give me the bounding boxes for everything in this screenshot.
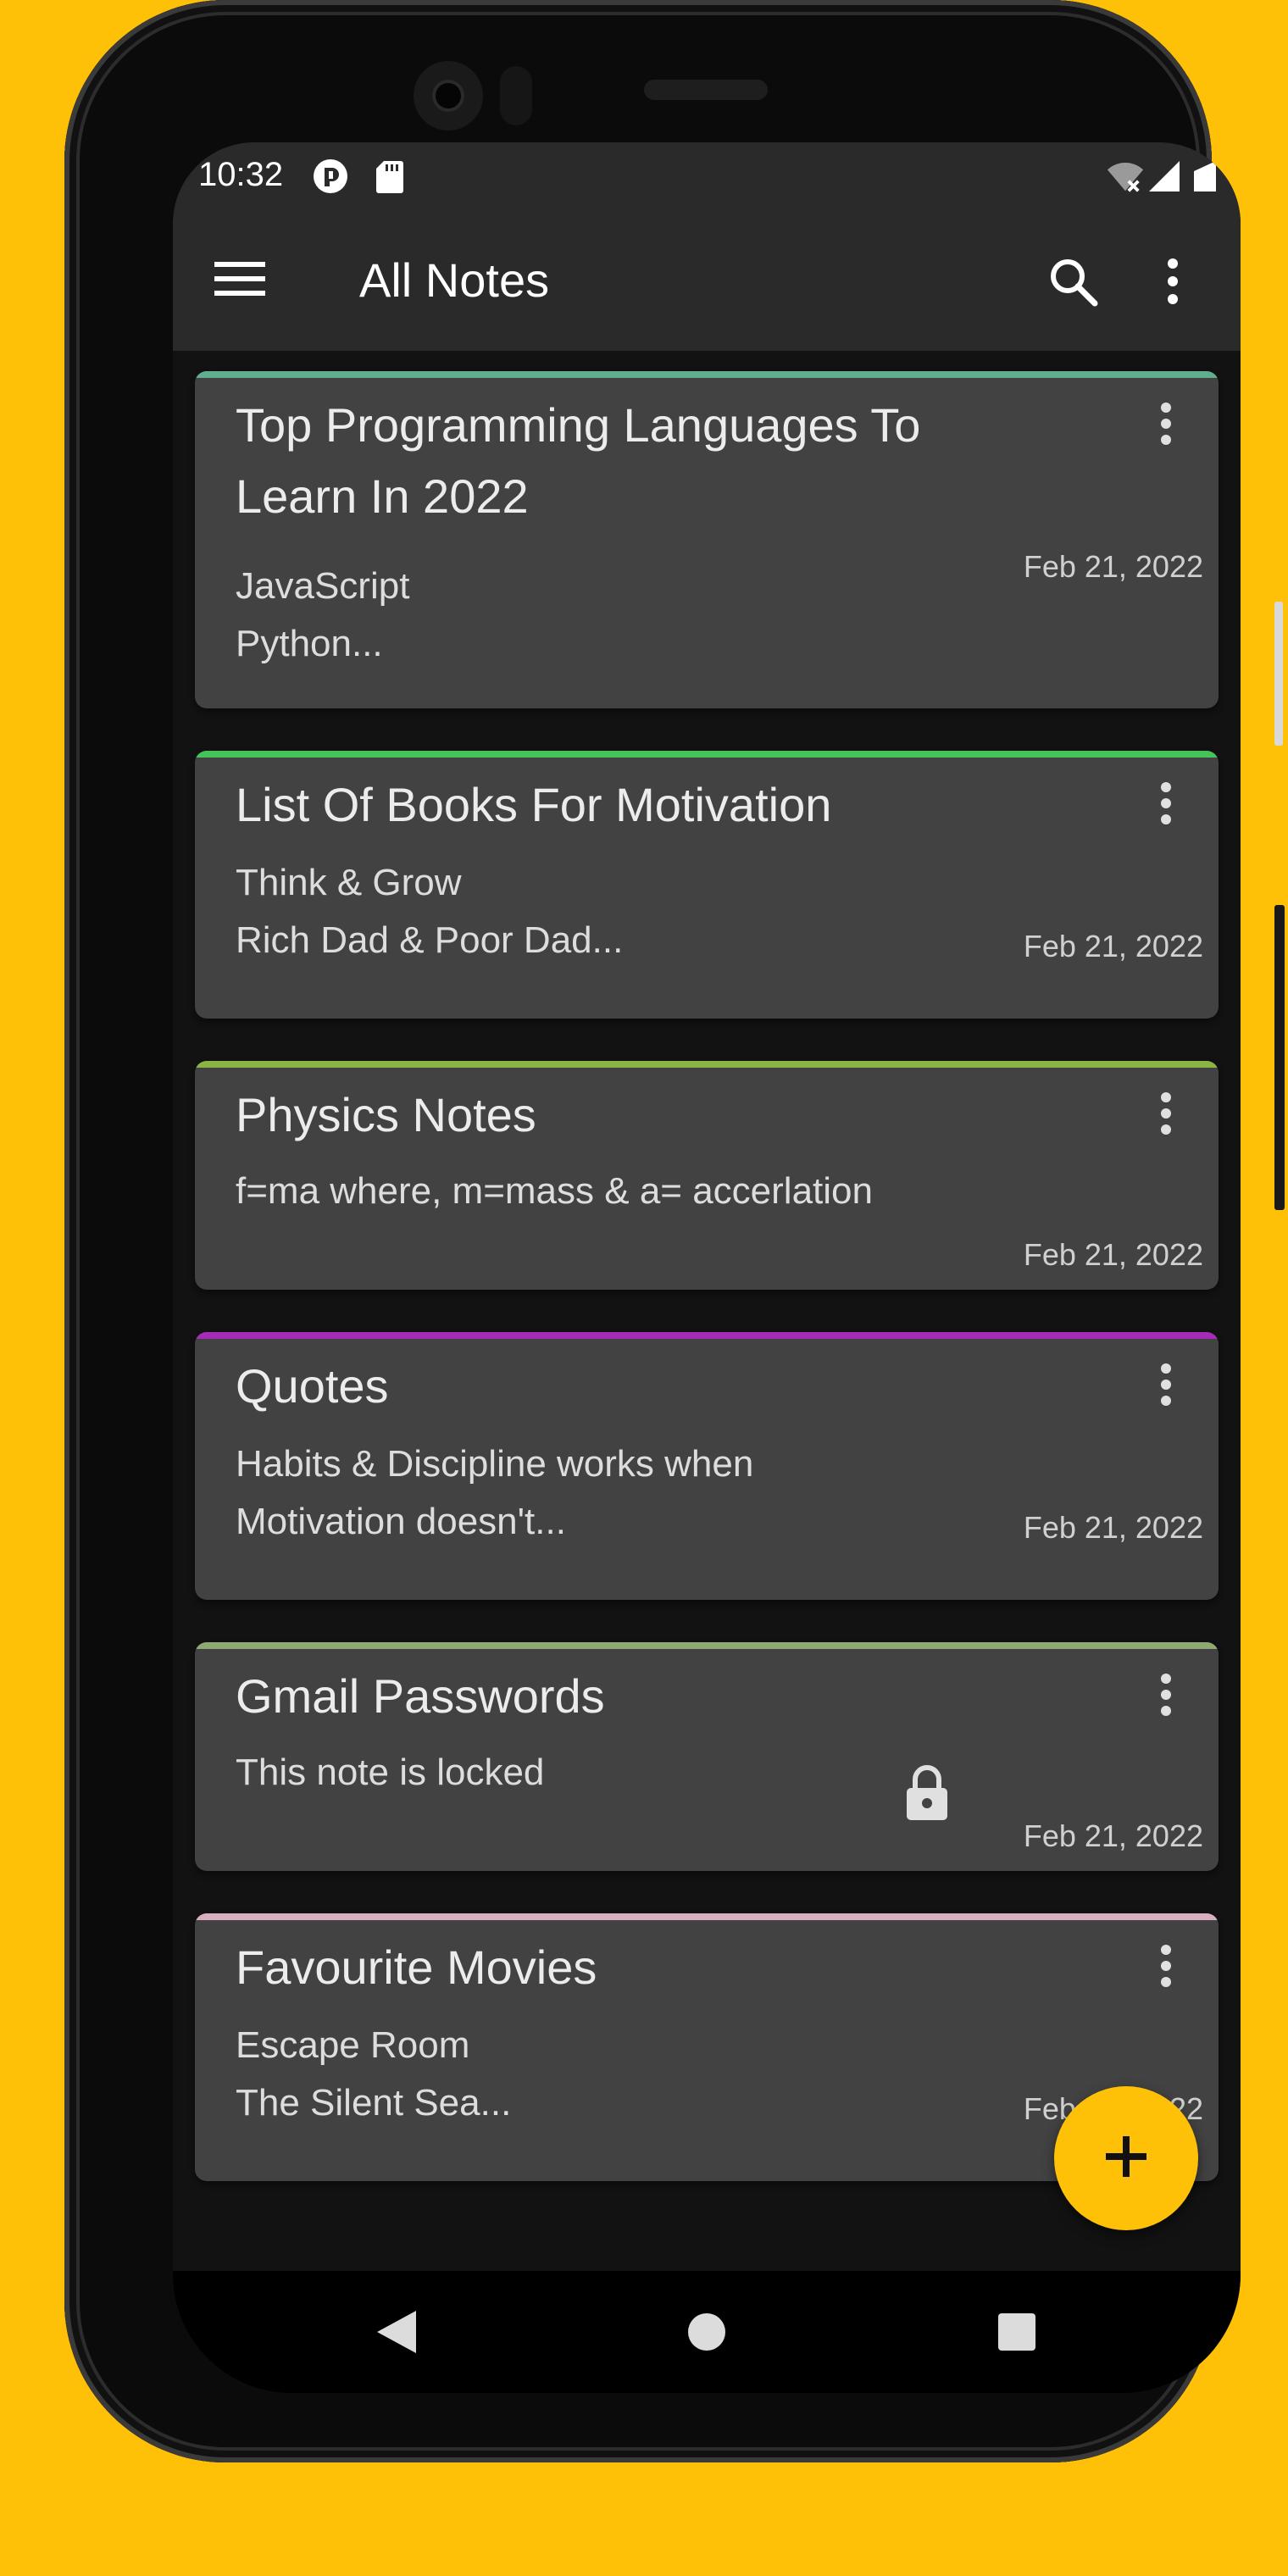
note-date: Feb 21, 2022 <box>1023 1237 1203 1272</box>
plus-icon <box>1104 2135 1148 2183</box>
battery-icon <box>1186 158 1224 195</box>
signal-icon <box>1146 158 1183 195</box>
front-camera <box>414 61 483 130</box>
note-color-bar <box>195 1642 1219 1649</box>
note-title: Top Programming Languages To Learn In 20… <box>236 398 921 523</box>
note-body: Habits & Discipline works when Motivatio… <box>236 1443 754 1542</box>
search-icon[interactable] <box>1037 246 1108 317</box>
note-card[interactable]: Gmail Passwords This note is locked Feb … <box>195 1642 1219 1871</box>
note-more-icon[interactable] <box>1142 769 1190 837</box>
sd-card-icon <box>371 158 408 195</box>
note-body: Escape Room The Silent Sea... <box>236 2024 512 2124</box>
note-color-bar <box>195 1061 1219 1068</box>
note-card[interactable]: List Of Books For Motivation Think & Gro… <box>195 751 1219 1019</box>
note-date: Feb 21, 2022 <box>1023 929 1203 963</box>
app-notification-icon <box>312 158 349 195</box>
recents-icon[interactable] <box>981 2296 1052 2368</box>
app-bar: All Notes <box>173 212 1241 351</box>
note-more-icon[interactable] <box>1142 1080 1190 1147</box>
note-card[interactable]: Physics Notes f=ma where, m=mass & a= ac… <box>195 1061 1219 1290</box>
note-date: Feb 21, 2022 <box>1023 1510 1203 1545</box>
note-title: Physics Notes <box>236 1088 536 1141</box>
note-card[interactable]: Top Programming Languages To Learn In 20… <box>195 371 1219 708</box>
note-more-icon[interactable] <box>1142 1661 1190 1729</box>
hamburger-menu-icon[interactable] <box>210 249 269 308</box>
note-body: f=ma where, m=mass & a= accerlation <box>236 1170 873 1212</box>
add-note-button[interactable] <box>1054 2086 1198 2230</box>
note-body: JavaScript Python... <box>236 565 410 664</box>
note-card[interactable]: Quotes Habits & Discipline works when Mo… <box>195 1332 1219 1600</box>
volume-button <box>1274 602 1283 746</box>
note-more-icon[interactable] <box>1142 1932 1190 2000</box>
proximity-sensor <box>500 66 532 125</box>
note-body: Think & Grow Rich Dad & Poor Dad... <box>236 862 624 961</box>
note-date: Feb 21, 2022 <box>1023 1818 1203 1853</box>
system-nav-bar <box>173 2271 1241 2393</box>
status-bar: 10:32 <box>173 142 1241 212</box>
status-time: 10:32 <box>198 156 284 193</box>
note-color-bar <box>195 1913 1219 1920</box>
back-icon[interactable] <box>361 2296 432 2368</box>
page-title: All Notes <box>359 253 550 307</box>
note-color-bar <box>195 1332 1219 1339</box>
note-body: This note is locked <box>236 1752 545 1793</box>
power-button <box>1274 905 1285 1210</box>
phone-frame: 10:32 All Notes Top Programming Language… <box>64 0 1285 2462</box>
note-title: Favourite Movies <box>236 1940 597 1994</box>
note-date: Feb 21, 2022 <box>1023 549 1203 584</box>
note-more-icon[interactable] <box>1142 1351 1190 1418</box>
note-more-icon[interactable] <box>1142 390 1190 458</box>
note-title: Quotes <box>236 1359 389 1413</box>
lock-icon <box>900 1759 954 1827</box>
earpiece-speaker <box>644 80 768 100</box>
more-vert-icon[interactable] <box>1147 246 1198 317</box>
note-title: Gmail Passwords <box>236 1669 605 1723</box>
screen: 10:32 All Notes Top Programming Language… <box>173 142 1241 2393</box>
note-title: List Of Books For Motivation <box>236 778 832 831</box>
note-color-bar <box>195 751 1219 758</box>
wifi-off-icon <box>1107 158 1144 195</box>
note-color-bar <box>195 371 1219 378</box>
home-icon[interactable] <box>671 2296 742 2368</box>
